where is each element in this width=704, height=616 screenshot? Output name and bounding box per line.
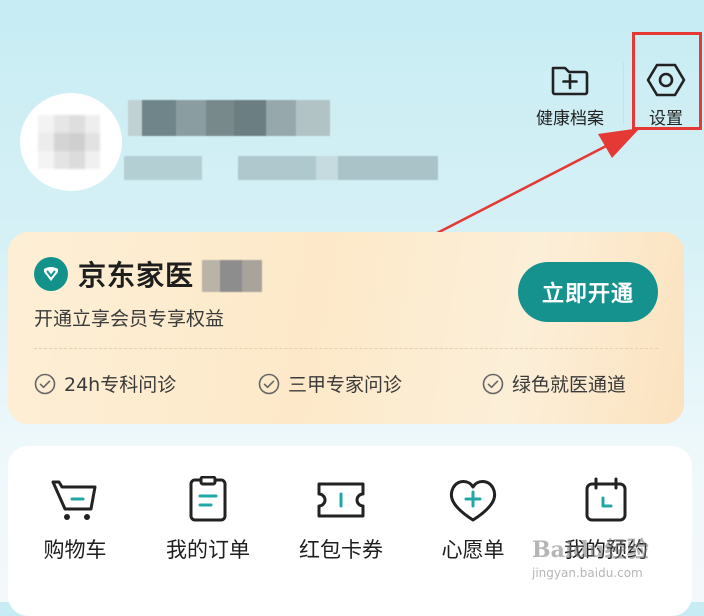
activate-now-button[interactable]: 立即开通	[518, 262, 658, 322]
calendar-clock-icon	[585, 477, 627, 522]
watermark-brand: Baidu经验	[532, 537, 649, 563]
vip-membership-card[interactable]: 京东家医 开通立享会员专享权益 立即开通 24h专科问诊 三甲专家问诊 绿色就医…	[8, 232, 684, 424]
username-mosaic	[128, 100, 330, 136]
vip-title: 京东家医	[78, 259, 195, 292]
check-circle-icon	[258, 373, 280, 394]
user-info-mosaic	[124, 156, 438, 180]
check-circle-icon	[482, 373, 504, 394]
watermark-url: jingyan.baidu.com	[532, 566, 643, 580]
menu-item-wishlist[interactable]: 心愿单	[405, 476, 541, 564]
menu-item-label: 我的订单	[166, 538, 250, 562]
check-circle-icon	[34, 373, 56, 394]
ticket-coupon-icon	[317, 482, 365, 518]
benefit-item: 24h专科问诊	[34, 370, 176, 397]
menu-item-label: 心愿单	[441, 538, 505, 562]
benefit-label: 绿色就医通道	[512, 374, 627, 396]
menu-item-label: 红包卡券	[299, 538, 383, 562]
vip-title-mosaic	[202, 260, 262, 292]
clipboard-order-icon	[189, 476, 227, 522]
vip-divider	[34, 348, 658, 349]
benefit-item: 三甲专家问诊	[258, 370, 402, 397]
quick-menu-card: 购物车 我的订单 红包卡券 心愿单 我的预约	[8, 446, 692, 616]
vip-subtitle: 开通立享会员专享权益	[34, 308, 225, 330]
menu-item-my-orders[interactable]: 我的订单	[140, 476, 276, 564]
jd-health-logo-icon	[34, 257, 68, 291]
avatar-mosaic	[38, 115, 100, 169]
shopping-cart-icon	[51, 480, 97, 520]
menu-item-shopping-cart[interactable]: 购物车	[7, 476, 143, 564]
benefit-item: 绿色就医通道	[482, 370, 626, 397]
benefit-label: 三甲专家问诊	[288, 374, 403, 396]
heart-plus-icon	[449, 480, 497, 522]
benefit-label: 24h专科问诊	[64, 374, 177, 396]
menu-item-label: 购物车	[43, 538, 107, 562]
baidu-jingyan-watermark: Baidu经验 jingyan.baidu.com	[532, 532, 649, 580]
menu-item-coupons[interactable]: 红包卡券	[273, 476, 409, 564]
user-avatar[interactable]	[20, 93, 122, 191]
